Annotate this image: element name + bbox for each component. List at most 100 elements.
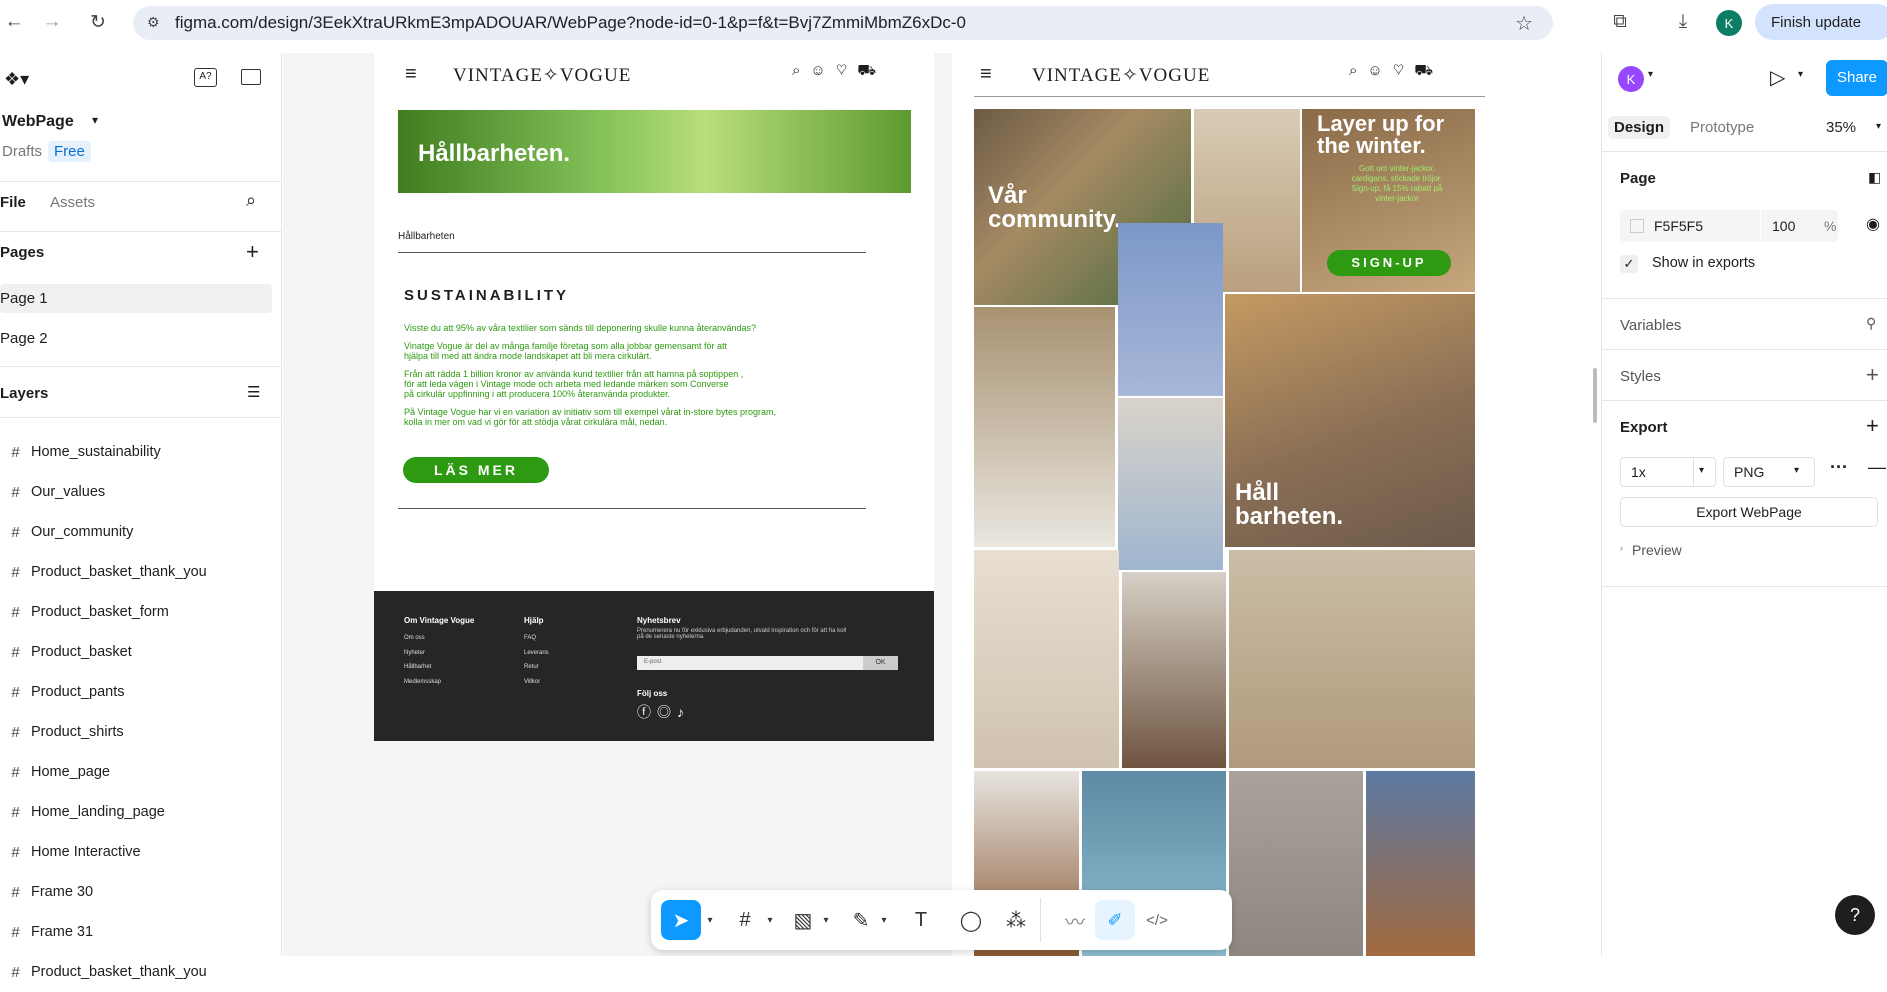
bottom-toolbar: ➤ ▾ # ▾ ▧ ▾ ✎ ▾ T ◯ ⁂ 〰 ✐ </> — [651, 890, 1232, 950]
chevron-down-icon[interactable]: ▾ — [763, 895, 777, 945]
export-scale-select[interactable]: 1x ▾ — [1620, 457, 1716, 487]
share-button[interactable]: Share — [1826, 60, 1887, 96]
bookmark-star-icon[interactable]: ☆ — [1515, 11, 1533, 36]
present-play-icon[interactable]: ▷ — [1770, 65, 1785, 90]
move-tool-icon[interactable]: ➤ — [661, 900, 701, 940]
layer-item[interactable]: # Product_shirts — [0, 712, 280, 752]
footer-link[interactable]: FAQ — [524, 631, 549, 646]
extensions-icon[interactable]: ⧉ — [1606, 8, 1634, 36]
drafts-label[interactable]: Drafts — [2, 143, 42, 160]
tab-prototype[interactable]: Prototype — [1690, 119, 1754, 136]
page-item-2[interactable]: Page 2 — [0, 330, 48, 347]
forward-icon[interactable]: → — [38, 8, 66, 36]
page-opacity-value[interactable]: 100 — [1772, 218, 1795, 234]
add-page-icon[interactable]: + — [246, 239, 259, 265]
layer-item[interactable]: # Product_basket_thank_you — [0, 952, 280, 992]
layer-filter-icon[interactable]: ☰ — [247, 383, 260, 401]
add-export-icon[interactable]: + — [1866, 413, 1879, 439]
canvas[interactable]: ≡ VINTAGE✧VOGUE ⌕☺♡⛟ Hållbarheten. Hållb… — [283, 53, 1601, 956]
layer-item[interactable]: # Product_basket_thank_you — [0, 552, 280, 592]
chevron-down-icon[interactable]: ▾ — [92, 113, 98, 127]
layer-item[interactable]: # Home Interactive — [0, 832, 280, 872]
pen-tool-icon[interactable]: ✎ — [841, 895, 881, 945]
figma-menu-icon[interactable]: ❖▾ — [4, 69, 29, 90]
photo-sweater: Håll barheten. — [1225, 294, 1475, 547]
zoom-level[interactable]: 35% — [1826, 119, 1856, 136]
address-bar[interactable]: ⚙ figma.com/design/3EekXtraURkmE3mpADOUA… — [133, 6, 1553, 40]
color-swatch[interactable] — [1630, 219, 1644, 233]
canvas-scrollbar[interactable] — [1593, 368, 1597, 423]
footer-link[interactable]: Hållbarhet — [404, 660, 441, 675]
text-style-icon[interactable]: A? — [194, 68, 217, 87]
chevron-down-icon[interactable]: ▾ — [1876, 121, 1881, 132]
frame-our-community[interactable]: ≡ VINTAGE✧VOGUE ⌕☺♡⛟ Vår community. Laye… — [952, 53, 1601, 956]
page-color-field[interactable]: F5F5F5 100 % — [1620, 210, 1838, 242]
back-icon[interactable]: ← — [0, 8, 28, 36]
eye-icon[interactable]: ◉ — [1866, 214, 1880, 234]
remove-export-icon[interactable]: — — [1868, 457, 1886, 478]
preview-toggle[interactable]: Preview — [1632, 542, 1682, 558]
dev-mode-icon[interactable]: </> — [1137, 895, 1177, 945]
footer-link[interactable]: Leverans — [524, 646, 549, 661]
tab-file[interactable]: File — [0, 194, 26, 211]
text-tool-icon[interactable]: T — [901, 895, 941, 945]
search-icon[interactable]: ⌕ — [246, 190, 256, 211]
checkbox-checked[interactable]: ✓ — [1620, 255, 1638, 273]
chevron-down-icon[interactable]: ▾ — [819, 895, 833, 945]
brand-logo: VINTAGE✧VOGUE — [453, 65, 632, 86]
export-button[interactable]: Export WebPage — [1620, 497, 1878, 527]
download-icon[interactable]: ⤓ — [1669, 8, 1697, 36]
draw-mode-icon[interactable]: 〰 — [1055, 895, 1095, 945]
layer-item[interactable]: # Our_values — [0, 472, 280, 512]
frame-home-sustainability[interactable]: ≡ VINTAGE✧VOGUE ⌕☺♡⛟ Hållbarheten. Hållb… — [374, 53, 934, 741]
profile-avatar[interactable]: K — [1716, 10, 1742, 36]
layer-label: Product_basket — [31, 644, 132, 660]
add-style-icon[interactable]: + — [1866, 362, 1879, 388]
layer-item[interactable]: # Home_landing_page — [0, 792, 280, 832]
layer-item[interactable]: # Frame 30 — [0, 872, 280, 912]
chevron-down-icon[interactable]: ▾ — [703, 895, 717, 945]
variables-icon[interactable]: ⚲ — [1866, 315, 1876, 332]
frame-tool-icon[interactable]: # — [725, 895, 765, 945]
site-info-icon[interactable]: ⚙ — [147, 14, 160, 31]
newsletter-ok-button[interactable]: OK — [863, 656, 898, 670]
layer-item[interactable]: # Product_pants — [0, 672, 280, 712]
footer-link[interactable]: Om oss — [404, 631, 441, 646]
export-format-select[interactable]: PNG ▾ — [1723, 457, 1815, 487]
read-more-button[interactable]: LÄS MER — [403, 457, 549, 483]
tab-design[interactable]: Design — [1608, 116, 1671, 139]
export-format-value: PNG — [1734, 464, 1765, 480]
file-name[interactable]: WebPage — [2, 113, 74, 131]
components-tool-icon[interactable]: ⁂ — [996, 895, 1036, 945]
sidebar-toggle-icon[interactable] — [241, 69, 261, 85]
more-options-icon[interactable]: ··· — [1830, 457, 1848, 478]
chevron-down-icon[interactable]: ▾ — [1798, 69, 1803, 80]
chevron-right-icon[interactable]: › — [1620, 543, 1623, 553]
reload-icon[interactable]: ↻ — [84, 8, 112, 36]
page-item-1[interactable]: Page 1 — [0, 284, 272, 313]
layer-item[interactable]: # Home_sustainability — [0, 432, 280, 472]
signup-button[interactable]: SIGN-UP — [1327, 250, 1451, 276]
footer-link[interactable]: Retur — [524, 660, 549, 675]
design-mode-icon[interactable]: ✐ — [1095, 900, 1135, 940]
page-settings-icon[interactable]: ◧ — [1868, 169, 1881, 186]
layer-item[interactable]: # Home_page — [0, 752, 280, 792]
image-tool-icon[interactable]: ▧ — [783, 895, 823, 945]
layer-item[interactable]: # Our_community — [0, 512, 280, 552]
user-avatar[interactable]: K — [1618, 66, 1644, 92]
hamburger-icon: ≡ — [405, 63, 417, 85]
chevron-down-icon[interactable]: ▾ — [1648, 69, 1653, 80]
footer-link[interactable]: Nyheter — [404, 646, 441, 661]
help-button[interactable]: ? — [1835, 895, 1875, 935]
page-color-value[interactable]: F5F5F5 — [1654, 218, 1703, 234]
footer-link[interactable]: Villkor — [524, 675, 549, 690]
tab-assets[interactable]: Assets — [50, 194, 95, 211]
footer-link[interactable]: Medlemsskap — [404, 675, 441, 690]
comment-tool-icon[interactable]: ◯ — [951, 895, 991, 945]
layer-item[interactable]: # Product_basket — [0, 632, 280, 672]
layer-item[interactable]: # Product_basket_form — [0, 592, 280, 632]
layer-item[interactable]: # Frame 31 — [0, 912, 280, 952]
email-input[interactable]: E-post — [637, 656, 863, 670]
chevron-down-icon[interactable]: ▾ — [877, 895, 891, 945]
finish-update-button[interactable]: Finish update — [1755, 4, 1887, 40]
